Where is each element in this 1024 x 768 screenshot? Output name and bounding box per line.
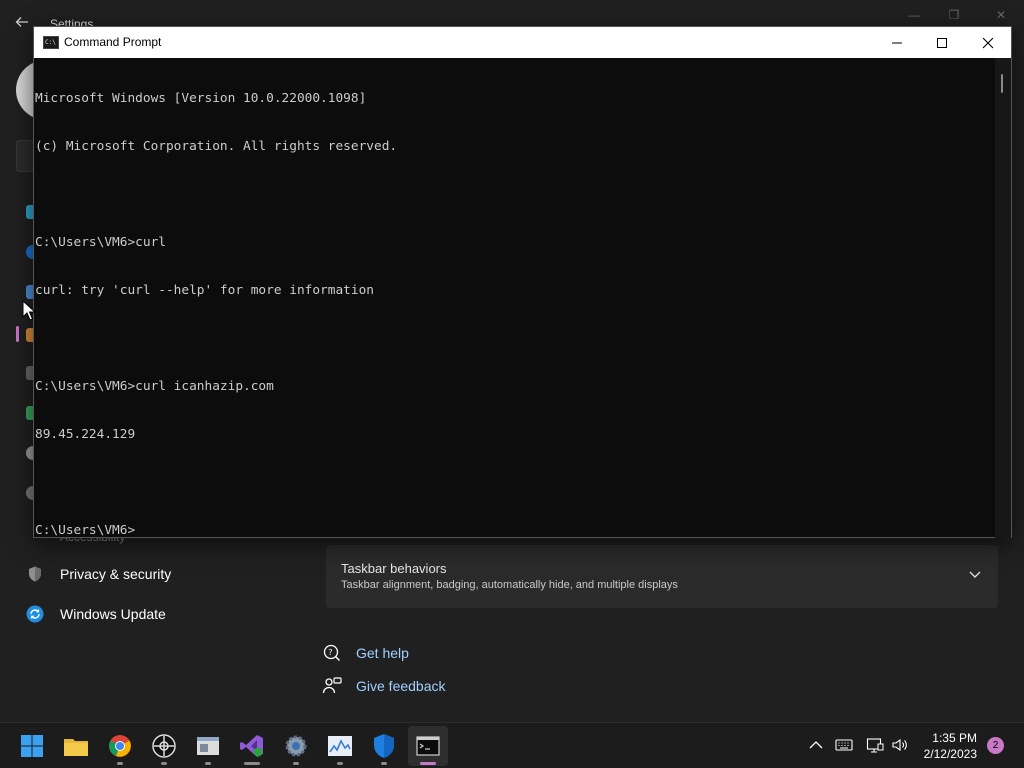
svg-text:?: ? (328, 648, 332, 657)
taskbar: 1:35 PM 2/12/2023 2 (0, 722, 1024, 768)
clock-date: 2/12/2023 (923, 747, 977, 761)
chevron-up-icon[interactable] (807, 736, 825, 754)
visual-studio-button[interactable] (232, 726, 272, 766)
capture-tool-button[interactable] (144, 726, 184, 766)
start-button[interactable] (12, 726, 52, 766)
scrollbar-thumb[interactable] (1001, 74, 1003, 93)
windows-security-button[interactable] (364, 726, 404, 766)
close-icon (982, 37, 994, 48)
running-indicator (337, 762, 343, 765)
close-button[interactable] (965, 27, 1011, 58)
chrome-button[interactable] (100, 726, 140, 766)
minimize-button[interactable] (874, 27, 920, 58)
console-line: (c) Microsoft Corporation. All rights re… (35, 139, 398, 154)
console-line: curl: try 'curl --help' for more informa… (35, 283, 374, 298)
windows-update-icon (26, 605, 44, 623)
minimize-icon (892, 42, 902, 43)
running-indicator (293, 762, 299, 765)
terminal-icon (416, 736, 440, 756)
gear-icon (285, 735, 307, 757)
running-indicator (205, 762, 211, 765)
console-line: Microsoft Windows [Version 10.0.22000.10… (35, 91, 367, 106)
keyboard-icon[interactable] (835, 736, 853, 754)
feedback-icon (322, 676, 342, 696)
running-indicator (161, 762, 167, 765)
sidebar-item-label: Windows Update (60, 606, 166, 622)
shield-icon (374, 734, 394, 758)
active-indicator (420, 762, 436, 765)
console-line: C:\Users\VM6>curl icanhazip.com (35, 379, 274, 394)
help-icon: ? (322, 643, 342, 663)
chart-monitor-icon (328, 736, 352, 756)
network-icon[interactable] (866, 736, 884, 754)
running-indicator (244, 762, 260, 765)
selected-indicator (16, 326, 19, 342)
clock-time: 1:35 PM (932, 731, 977, 745)
app-window-button[interactable] (188, 726, 228, 766)
visual-studio-icon (240, 735, 263, 757)
crosshair-icon (152, 734, 176, 758)
vertical-scrollbar[interactable] (995, 58, 1011, 538)
console-output[interactable]: Microsoft Windows [Version 10.0.22000.10… (34, 58, 996, 538)
folder-icon (64, 739, 88, 756)
running-indicator (117, 762, 123, 765)
file-explorer-button[interactable] (56, 726, 96, 766)
notification-badge[interactable]: 2 (987, 737, 1004, 754)
mouse-cursor-icon (22, 299, 37, 322)
card-subtitle: Taskbar alignment, badging, automaticall… (341, 579, 678, 591)
maximize-button[interactable] (919, 27, 965, 58)
settings-minimize-icon[interactable]: — (904, 8, 924, 24)
volume-icon[interactable] (891, 736, 909, 754)
settings-close-icon[interactable]: ✕ (991, 8, 1011, 24)
console-line: 89.45.224.129 (35, 427, 136, 442)
maximize-icon (937, 37, 947, 48)
command-prompt-window[interactable]: C:\ Command Prompt Microsoft Windows [Ve… (33, 26, 1012, 538)
sidebar-item-windows-update[interactable]: Windows Update (26, 605, 166, 623)
command-prompt-taskbar-button[interactable] (408, 726, 448, 766)
console-line: C:\Users\VM6>curl (35, 235, 166, 250)
running-indicator (381, 762, 387, 765)
clock[interactable]: 1:35 PM 2/12/2023 (924, 730, 977, 762)
get-help-link[interactable]: ? Get help (322, 643, 409, 663)
cmd-title: Command Prompt (64, 35, 162, 49)
performance-monitor-button[interactable] (320, 726, 360, 766)
chrome-icon (109, 735, 131, 757)
give-feedback-link[interactable]: Give feedback (322, 676, 446, 696)
cmd-titlebar[interactable]: C:\ Command Prompt (34, 27, 1011, 58)
console-prompt-line: C:\Users\VM6> (35, 523, 136, 538)
command-prompt-icon: C:\ (43, 36, 59, 49)
desktop: Settings — ❐ ✕ Accessibility Privacy & s… (0, 0, 1024, 768)
windows-logo-icon (21, 735, 43, 757)
give-feedback-label: Give feedback (356, 678, 446, 694)
settings-button[interactable] (276, 726, 316, 766)
window-app-icon (197, 737, 219, 755)
settings-restore-icon[interactable]: ❐ (944, 8, 964, 24)
get-help-label: Get help (356, 645, 409, 661)
back-arrow-icon[interactable] (14, 14, 34, 34)
